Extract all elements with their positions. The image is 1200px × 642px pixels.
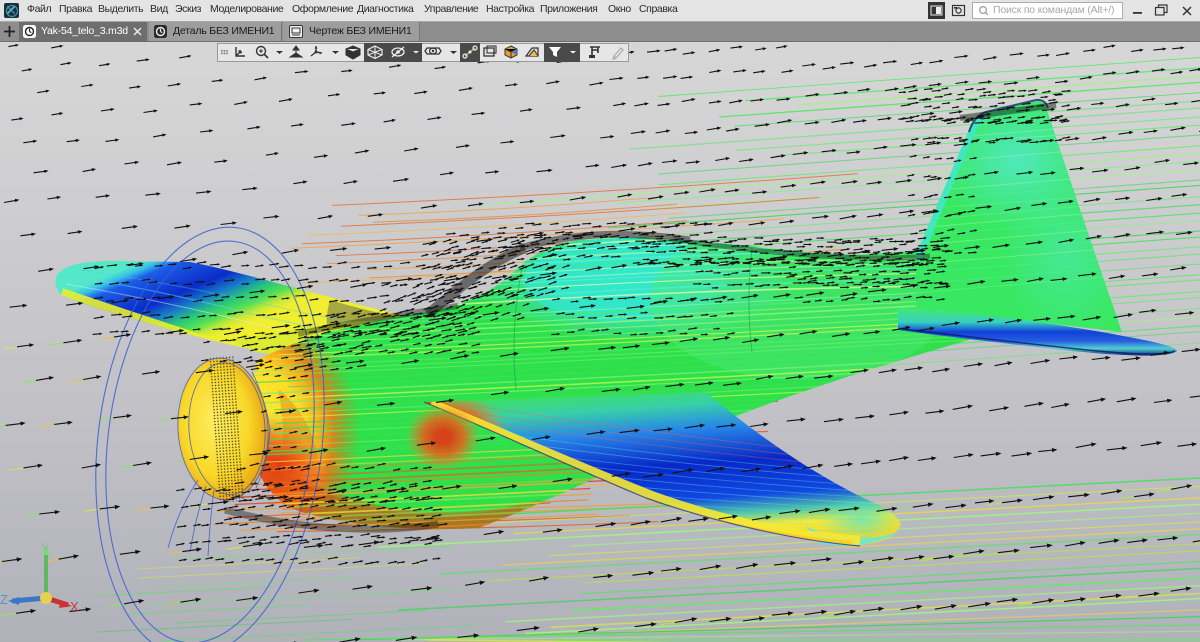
svg-text:Z: Z xyxy=(0,592,8,607)
svg-text:X: X xyxy=(70,599,79,614)
svg-text:Y: Y xyxy=(41,541,49,555)
